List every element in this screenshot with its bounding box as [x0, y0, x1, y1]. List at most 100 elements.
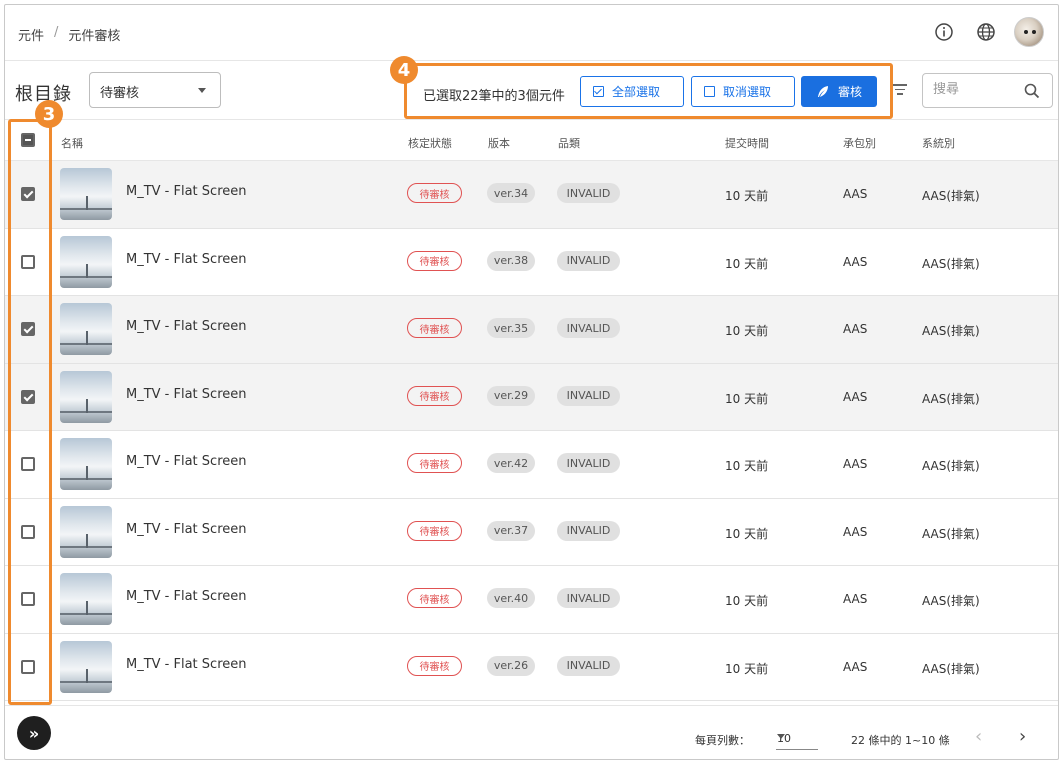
category-badge: INVALID: [557, 385, 620, 406]
status-filter-select[interactable]: 待審核: [89, 72, 221, 108]
table-row[interactable]: M_TV - Flat Screen 待審核 ver.38 INVALID 10 天前 A…: [5, 229, 1058, 296]
row-checkbox[interactable]: [21, 524, 35, 539]
system: AAS(排氣): [922, 189, 980, 203]
row-checkbox[interactable]: [21, 254, 35, 269]
select-all-label: 全部選取: [612, 85, 661, 99]
chevron-down-icon: [198, 88, 206, 93]
category-badge: INVALID: [557, 250, 620, 271]
component-name[interactable]: M_TV - Flat Screen: [126, 454, 247, 469]
table-row[interactable]: M_TV - Flat Screen 待審核 ver.37 INVALID 10 天前 A…: [5, 499, 1058, 566]
status-filter-value: 待審核: [100, 86, 140, 101]
avatar[interactable]: [1014, 17, 1044, 47]
table-row[interactable]: M_TV - Flat Screen 待審核 ver.40 INVALID 10 天前 A…: [5, 566, 1058, 634]
breadcrumb-separator: /: [54, 25, 59, 40]
column-header-category[interactable]: 品類: [558, 135, 580, 151]
select-all-checkbox[interactable]: [21, 133, 35, 147]
breadcrumb-item-components[interactable]: 元件: [18, 25, 44, 44]
submitted-time: 10 天前: [725, 661, 769, 676]
component-thumbnail: [60, 573, 112, 625]
component-thumbnail: [60, 303, 112, 355]
component-thumbnail: [60, 235, 112, 288]
breadcrumb: 元件 / 元件審核: [18, 25, 120, 44]
rows-per-page-select[interactable]: 10: [776, 722, 818, 750]
expand-sidebar-button[interactable]: »: [17, 716, 51, 750]
component-thumbnail: [60, 370, 112, 423]
component-name[interactable]: M_TV - Flat Screen: [126, 657, 247, 672]
globe-icon[interactable]: [972, 18, 1000, 46]
system: AAS(排氣): [922, 391, 980, 406]
row-checkbox[interactable]: [21, 187, 35, 201]
search-icon[interactable]: [1024, 83, 1040, 99]
info-icon[interactable]: [930, 18, 958, 46]
status-badge: 待審核: [407, 385, 462, 406]
deselect-label: 取消選取: [723, 85, 772, 99]
table-row[interactable]: M_TV - Flat Screen 待審核 ver.34 INVALID 10 天前 A…: [5, 161, 1058, 229]
version-badge: ver.34: [487, 183, 535, 203]
component-name[interactable]: M_TV - Flat Screen: [126, 522, 247, 537]
submitted-time: 10 天前: [725, 526, 769, 541]
category-badge: INVALID: [557, 520, 620, 541]
header-icons: [930, 17, 1044, 47]
version-badge: ver.42: [487, 453, 535, 473]
submitted-time: 10 天前: [725, 324, 769, 338]
selection-count-text: 已選取22筆中的3個元件: [423, 89, 565, 104]
contractor: AAS: [843, 322, 868, 336]
table-footer: » 每頁列數： 10 22 條中的 1~10 條 ‹ ›: [5, 705, 1058, 759]
next-page-icon[interactable]: ›: [1019, 726, 1026, 747]
row-checkbox[interactable]: [21, 457, 35, 471]
submitted-time: 10 天前: [725, 189, 769, 203]
table-row[interactable]: M_TV - Flat Screen 待審核 ver.29 INVALID 10 天前 A…: [5, 363, 1058, 431]
status-badge: 待審核: [407, 588, 462, 608]
category-badge: INVALID: [557, 588, 620, 608]
pagination-range: 22 條中的 1~10 條: [851, 734, 950, 747]
filter-icon[interactable]: [892, 84, 908, 98]
component-name[interactable]: M_TV - Flat Screen: [126, 387, 247, 402]
marker-3: 3: [35, 100, 63, 128]
feather-icon: [817, 85, 828, 97]
review-label: 審核: [837, 85, 862, 99]
submitted-time: 10 天前: [725, 391, 769, 406]
column-header-system[interactable]: 系統別: [922, 135, 955, 151]
version-badge: ver.38: [487, 250, 535, 271]
select-all-button[interactable]: 全部選取: [580, 76, 684, 107]
review-button[interactable]: 審核: [801, 76, 877, 107]
table-row[interactable]: M_TV - Flat Screen 待審核 ver.35 INVALID 10 天前 A…: [5, 296, 1058, 364]
system: AAS(排氣): [922, 594, 980, 608]
column-header-contractor[interactable]: 承包別: [843, 135, 876, 151]
app-frame: 元件 / 元件審核 根目錄 待審核 4 已選取22筆中的3個元件 全部選取 取消…: [4, 4, 1059, 760]
column-header-version[interactable]: 版本: [488, 135, 510, 151]
table-row[interactable]: M_TV - Flat Screen 待審核 ver.26 INVALID 10 天前 A…: [5, 634, 1058, 701]
previous-page-icon[interactable]: ‹: [975, 726, 982, 747]
row-checkbox[interactable]: [21, 659, 35, 674]
system: AAS(排氣): [922, 526, 980, 541]
search-input[interactable]: [933, 82, 1013, 97]
system: AAS(排氣): [922, 459, 980, 473]
row-checkbox[interactable]: [21, 592, 35, 606]
top-bar: 元件 / 元件審核: [5, 5, 1058, 61]
deselect-button[interactable]: 取消選取: [691, 76, 795, 107]
status-badge: 待審核: [407, 183, 462, 203]
system: AAS(排氣): [922, 661, 980, 676]
table-header: 名稱 核定狀態 版本 品類 提交時間 承包別 系統別: [5, 119, 1058, 161]
system: AAS(排氣): [922, 324, 980, 338]
component-name[interactable]: M_TV - Flat Screen: [126, 252, 247, 267]
marker-4: 4: [390, 56, 418, 84]
contractor: AAS: [843, 389, 868, 404]
system: AAS(排氣): [922, 256, 980, 271]
status-badge: 待審核: [407, 655, 462, 676]
table-row[interactable]: M_TV - Flat Screen 待審核 ver.42 INVALID 10 天前 A…: [5, 431, 1058, 499]
component-name[interactable]: M_TV - Flat Screen: [126, 319, 247, 334]
column-header-submitted[interactable]: 提交時間: [725, 135, 769, 151]
contractor: AAS: [843, 254, 868, 269]
component-name[interactable]: M_TV - Flat Screen: [126, 589, 247, 604]
component-thumbnail: [60, 640, 112, 693]
search-box[interactable]: [922, 73, 1053, 108]
row-checkbox[interactable]: [21, 322, 35, 336]
breadcrumb-item-review: 元件審核: [68, 29, 121, 44]
component-name[interactable]: M_TV - Flat Screen: [126, 184, 247, 199]
row-checkbox[interactable]: [21, 389, 35, 404]
column-header-status[interactable]: 核定狀態: [408, 135, 452, 151]
status-badge: 待審核: [407, 453, 462, 473]
contractor: AAS: [843, 187, 868, 201]
column-header-name[interactable]: 名稱: [61, 135, 83, 151]
